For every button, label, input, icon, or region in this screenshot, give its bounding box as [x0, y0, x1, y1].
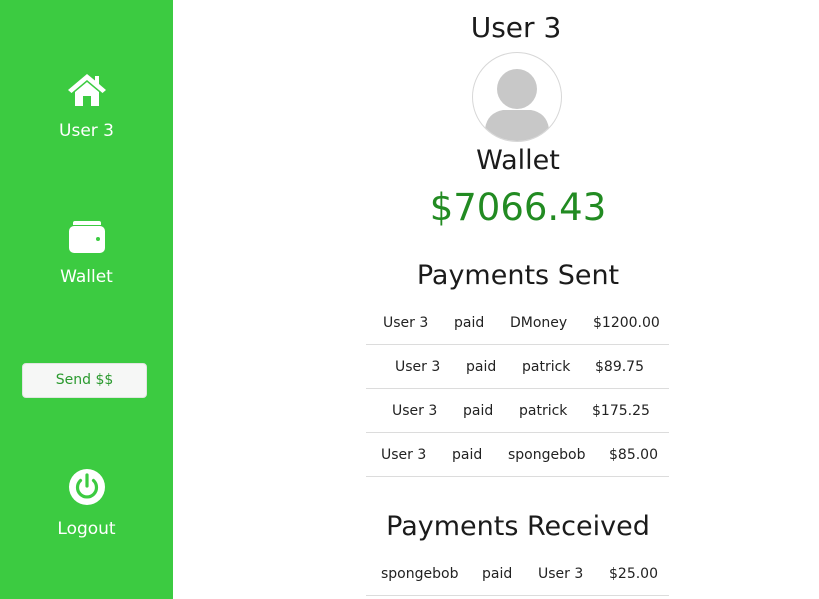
avatar-placeholder-icon: [485, 69, 549, 141]
payer-cell: User 3: [383, 315, 429, 331]
nav-logout-label: Logout: [57, 519, 116, 539]
payee-cell: spongebob: [508, 447, 586, 463]
wallet-balance: $7066.43: [429, 186, 607, 229]
wallet-heading: Wallet: [476, 145, 560, 176]
power-icon: [68, 469, 105, 505]
payments-sent-heading: Payments Sent: [416, 260, 620, 291]
amount-cell: $175.25: [592, 403, 650, 419]
home-icon: [67, 74, 106, 106]
table-row: spongebob paid User 3 $25.00: [366, 552, 669, 596]
verb-cell: paid: [452, 447, 483, 463]
amount-cell: $1200.00: [593, 315, 660, 331]
payee-cell: patrick: [522, 359, 571, 375]
payer-cell: User 3: [392, 403, 438, 419]
user-name-title: User 3: [470, 11, 562, 44]
send-money-button[interactable]: Send $$: [22, 363, 147, 398]
table-row: User 3 paid spongebob $85.00: [366, 433, 669, 477]
verb-cell: paid: [482, 566, 513, 582]
amount-cell: $85.00: [609, 447, 658, 463]
verb-cell: paid: [454, 315, 485, 331]
wallet-icon: [68, 221, 105, 253]
payee-cell: DMoney: [510, 315, 568, 331]
payee-cell: patrick: [519, 403, 568, 419]
nav-wallet-label: Wallet: [60, 267, 113, 287]
main-content: User 3 Wallet $7066.43 Payments Sent Use…: [173, 0, 819, 599]
nav-wallet[interactable]: Wallet: [0, 220, 173, 287]
payer-cell: User 3: [381, 447, 427, 463]
payments-received-table: spongebob paid User 3 $25.00: [366, 552, 669, 596]
table-row: User 3 paid patrick $89.75: [366, 345, 669, 389]
amount-cell: $89.75: [595, 359, 644, 375]
nav-logout[interactable]: Logout: [0, 467, 173, 539]
payments-received-heading: Payments Received: [386, 511, 650, 542]
table-row: User 3 paid patrick $175.25: [366, 389, 669, 433]
verb-cell: paid: [463, 403, 494, 419]
payer-cell: spongebob: [381, 566, 459, 582]
payer-cell: User 3: [395, 359, 441, 375]
table-row: User 3 paid DMoney $1200.00: [366, 301, 669, 345]
nav-home-label: User 3: [59, 121, 114, 141]
amount-cell: $25.00: [609, 566, 658, 582]
verb-cell: paid: [466, 359, 497, 375]
avatar: [472, 52, 562, 142]
sidebar: User 3 Wallet Send $$ Logout: [0, 0, 173, 599]
nav-home[interactable]: User 3: [0, 72, 173, 141]
payments-sent-table: User 3 paid DMoney $1200.00 User 3 paid …: [366, 301, 669, 477]
payee-cell: User 3: [538, 566, 584, 582]
